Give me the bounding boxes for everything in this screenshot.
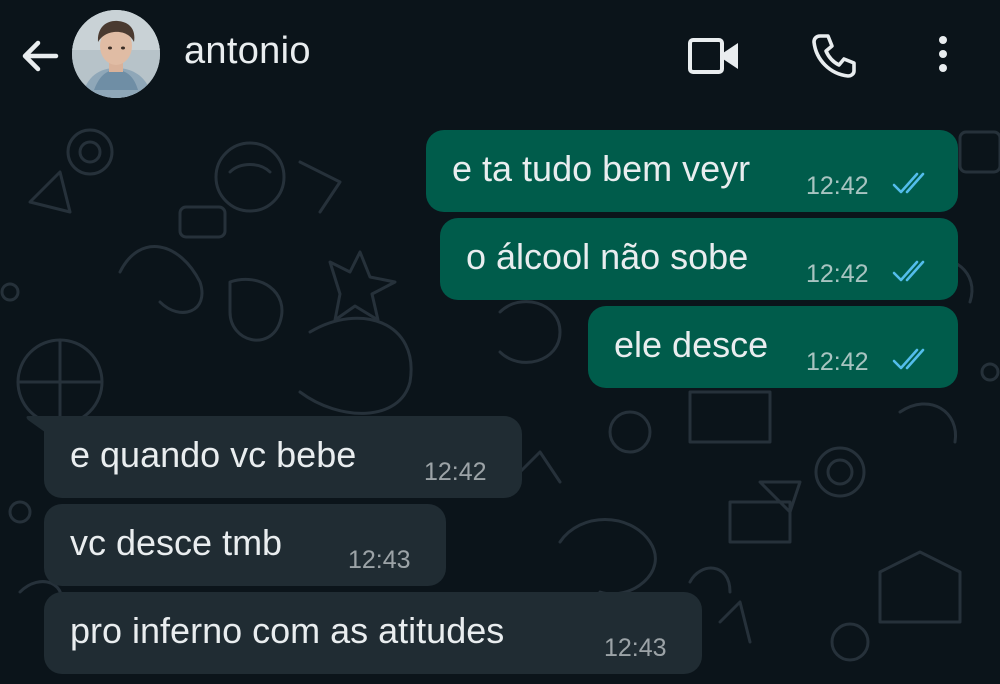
message-text: ele desce <box>614 324 769 365</box>
read-ticks-icon <box>892 172 925 194</box>
contact-name[interactable]: antonio <box>184 30 311 73</box>
phone-icon[interactable] <box>806 28 862 84</box>
message-time: 12:42 <box>806 348 869 376</box>
read-ticks-icon <box>892 260 925 282</box>
message-list[interactable]: e ta tudo bem veyr 12:42 o álcool não so… <box>0 122 1000 684</box>
message-text: e quando vc bebe <box>70 434 357 475</box>
more-vertical-icon[interactable] <box>918 28 974 84</box>
message-time: 12:42 <box>424 458 487 486</box>
message-time: 12:42 <box>806 172 869 200</box>
arrow-left-icon[interactable] <box>16 32 64 80</box>
message-bubble-incoming[interactable]: vc desce tmb 12:43 <box>44 504 446 586</box>
message-bubble-incoming[interactable]: e quando vc bebe 12:42 <box>44 416 522 498</box>
message-text: o álcool não sobe <box>466 236 749 277</box>
message-text: vc desce tmb <box>70 522 283 563</box>
message-time: 12:42 <box>806 260 869 288</box>
video-camera-icon[interactable] <box>686 28 742 84</box>
message-bubble-outgoing[interactable]: o álcool não sobe 12:42 <box>440 218 958 300</box>
read-ticks-icon <box>892 348 925 370</box>
message-time: 12:43 <box>604 634 667 662</box>
chat-header: antonio <box>0 0 1000 122</box>
message-bubble-outgoing[interactable]: e ta tudo bem veyr 12:42 <box>426 130 958 212</box>
avatar[interactable] <box>72 10 160 98</box>
message-bubble-incoming[interactable]: pro inferno com as atitudes 12:43 <box>44 592 702 674</box>
message-text: e ta tudo bem veyr <box>452 148 751 189</box>
message-bubble-outgoing[interactable]: ele desce 12:42 <box>588 306 958 388</box>
avatar-image <box>72 10 160 98</box>
message-text: pro inferno com as atitudes <box>70 610 505 651</box>
message-time: 12:43 <box>348 546 411 574</box>
chat-screen: antonio e ta tudo bem veyr 12:42 o álcoo… <box>0 0 1000 684</box>
